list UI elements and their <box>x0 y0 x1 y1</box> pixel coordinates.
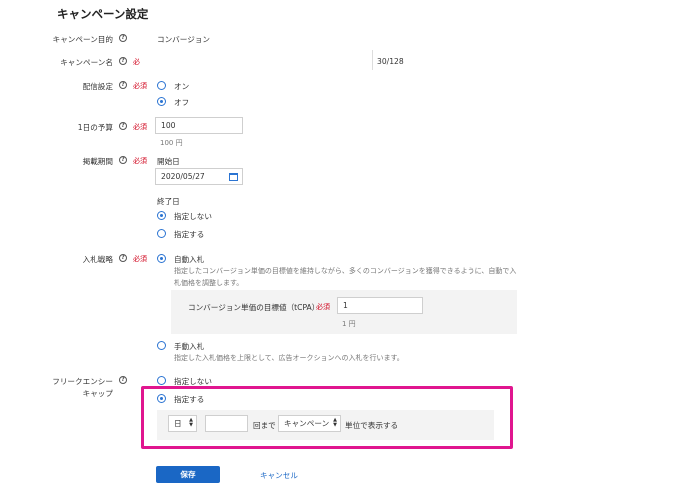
name-char-counter: 30/128 <box>377 57 404 66</box>
help-icon[interactable]: ? <box>119 57 127 65</box>
frequency-scope-value: キャンペーン <box>284 419 330 428</box>
period-label: 掲載期間 <box>82 157 113 166</box>
tcpa-label: コンバージョン単価の目標値（tCPA） <box>188 303 320 312</box>
page-title: キャンペーン設定 <box>57 7 149 21</box>
help-icon[interactable]: ? <box>119 376 127 384</box>
tcpa-input[interactable]: 1 <box>337 297 423 314</box>
frequency-specify-radio[interactable] <box>157 394 166 403</box>
manual-bid-label: 手動入札 <box>174 342 205 351</box>
select-arrows-icon: ▲ ▼ <box>189 417 193 428</box>
end-date-specify-label: 指定する <box>174 230 205 239</box>
frequency-scope-select[interactable]: キャンペーン ▲ ▼ <box>278 415 341 432</box>
delivery-label: 配信設定 <box>82 82 113 91</box>
required-badge: 必須 <box>133 82 147 90</box>
campaign-name-label: キャンペーン名 <box>60 58 113 67</box>
delivery-off-radio[interactable] <box>157 97 166 106</box>
end-date-label: 終了日 <box>157 197 180 206</box>
objective-value: コンバージョン <box>157 35 211 44</box>
frequency-cap-label: フリークエンシー <box>52 377 113 386</box>
auto-bid-label: 自動入札 <box>174 255 205 264</box>
frequency-specify-label: 指定する <box>174 395 205 404</box>
bidding-label: 入札戦略 <box>82 255 113 264</box>
calendar-icon[interactable] <box>229 173 238 181</box>
objective-label: キャンペーン目的 <box>52 35 113 44</box>
daily-budget-hint: 100 円 <box>160 139 183 147</box>
start-date-label: 開始日 <box>157 157 180 166</box>
delivery-on-radio[interactable] <box>157 81 166 90</box>
daily-budget-label: 1日の予算 <box>77 123 113 132</box>
select-arrows-icon: ▲ ▼ <box>333 417 337 428</box>
required-badge: 必須 <box>133 157 147 165</box>
frequency-cap-label-2: キャップ <box>82 389 113 398</box>
frequency-count-input[interactable] <box>205 415 248 432</box>
required-badge: 必須 <box>133 255 147 263</box>
auto-bid-desc: 指定したコンバージョン単価の目標値を維持しながら、多くのコンバージョンを獲得でき… <box>174 267 517 275</box>
required-badge: 必 <box>133 58 140 66</box>
required-badge: 必須 <box>316 303 330 311</box>
help-icon[interactable]: ? <box>119 34 127 42</box>
manual-bid-radio[interactable] <box>157 341 166 350</box>
delivery-off-label: オフ <box>174 98 190 107</box>
input-divider <box>372 50 373 70</box>
frequency-none-radio[interactable] <box>157 376 166 385</box>
frequency-unit-select[interactable]: 日 ▲ ▼ <box>168 415 197 432</box>
end-date-none-label: 指定しない <box>174 212 212 221</box>
auto-bid-desc-2: 札価格を調整します。 <box>174 279 244 287</box>
help-icon[interactable]: ? <box>119 81 127 89</box>
help-icon[interactable]: ? <box>119 156 127 164</box>
save-button[interactable]: 保存 <box>156 466 220 483</box>
end-date-specify-radio[interactable] <box>157 229 166 238</box>
frequency-suffix-text: 単位で表示する <box>345 421 399 430</box>
required-badge: 必須 <box>133 123 147 131</box>
help-icon[interactable]: ? <box>119 254 127 262</box>
frequency-unit-value: 日 <box>174 419 182 428</box>
manual-bid-desc: 指定した入札価格を上限として、広告オークションへの入札を行います。 <box>174 354 404 362</box>
frequency-middle-text: 回まで <box>253 421 276 430</box>
daily-budget-input[interactable]: 100 <box>155 117 243 134</box>
delivery-on-label: オン <box>174 82 190 91</box>
end-date-none-radio[interactable] <box>157 211 166 220</box>
help-icon[interactable]: ? <box>119 122 127 130</box>
tcpa-hint: 1 円 <box>342 320 356 328</box>
cancel-button[interactable]: キャンセル <box>260 470 298 481</box>
auto-bid-radio[interactable] <box>157 254 166 263</box>
